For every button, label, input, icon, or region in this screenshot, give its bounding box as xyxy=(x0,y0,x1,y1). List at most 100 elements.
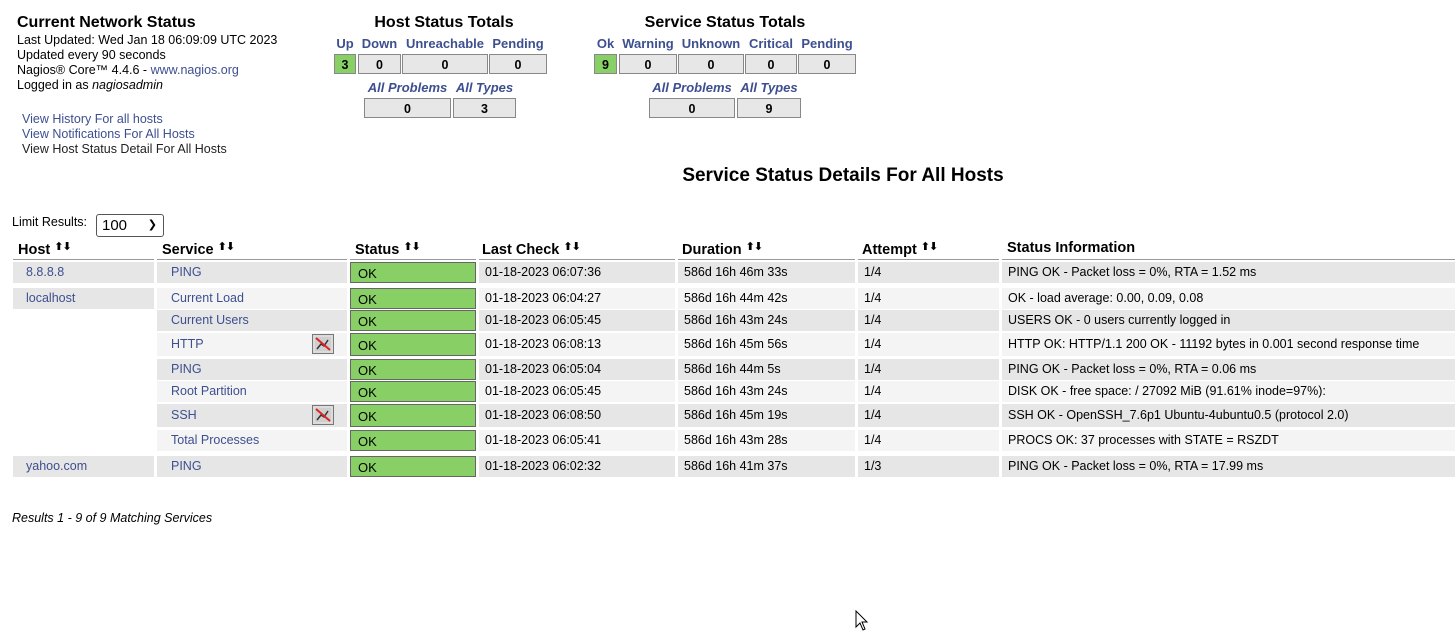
svc-ok-count[interactable]: 9 xyxy=(594,54,617,74)
nagios-link[interactable]: www.nagios.org xyxy=(151,63,239,77)
logged-in-line: Logged in as nagiosadmin xyxy=(17,78,277,93)
view-notifications-link[interactable]: View Notifications For All Hosts xyxy=(22,127,195,141)
svc-critical-header[interactable]: Critical xyxy=(745,36,797,51)
notifications-disabled-icon[interactable] xyxy=(312,334,334,354)
cell-host xyxy=(13,333,154,356)
col-duration[interactable]: Duration ⬆⬇ xyxy=(682,240,763,260)
service-link[interactable]: Current Users xyxy=(157,310,347,331)
cell-info: PING OK - Packet loss = 0%, RTA = 0.06 m… xyxy=(1002,359,1455,380)
view-history-link[interactable]: View History For all hosts xyxy=(22,112,163,126)
svc-all-types-header[interactable]: All Types xyxy=(737,80,801,95)
svc-critical-count[interactable]: 0 xyxy=(745,54,797,74)
cell-last-check: 01-18-2023 06:08:13 xyxy=(479,333,675,356)
col-status-info-label: Status Information xyxy=(1007,240,1136,256)
host-link[interactable]: yahoo.com xyxy=(13,456,154,477)
cell-attempt: 1/4 xyxy=(858,333,999,356)
cell-duration: 586d 16h 43m 28s xyxy=(678,430,855,451)
host-up-header[interactable]: Up xyxy=(334,36,356,51)
svc-warning-count[interactable]: 0 xyxy=(619,54,677,74)
header-underline xyxy=(13,259,154,260)
svc-pending-count[interactable]: 0 xyxy=(798,54,856,74)
results-count: Results 1 - 9 of 9 Matching Services xyxy=(12,511,213,525)
host-down-header[interactable]: Down xyxy=(358,36,401,51)
cell-last-check: 01-18-2023 06:05:45 xyxy=(479,310,675,331)
cell-last-check: 01-18-2023 06:02:32 xyxy=(479,456,675,477)
cell-info: PROCS OK: 37 processes with STATE = RSZD… xyxy=(1002,430,1455,451)
network-status-info: Current Network Status Last Updated: Wed… xyxy=(17,14,277,93)
svc-unknown-header[interactable]: Unknown xyxy=(678,36,744,51)
cell-attempt: 1/4 xyxy=(858,262,999,283)
host-link[interactable]: localhost xyxy=(13,288,154,309)
cell-last-check: 01-18-2023 06:05:04 xyxy=(479,359,675,380)
cell-duration: 586d 16h 43m 24s xyxy=(678,381,855,402)
sort-arrows-icon[interactable]: ⬆⬇ xyxy=(563,241,580,253)
cell-attempt: 1/4 xyxy=(858,310,999,331)
sort-arrows-icon[interactable]: ⬆⬇ xyxy=(218,241,235,253)
cell-last-check: 01-18-2023 06:04:27 xyxy=(479,288,675,309)
cell-attempt: 1/4 xyxy=(858,430,999,451)
service-link[interactable]: PING xyxy=(157,359,347,380)
host-all-types-header[interactable]: All Types xyxy=(453,80,516,95)
host-up-count[interactable]: 3 xyxy=(334,54,356,74)
col-status-info: Status Information xyxy=(1007,240,1135,260)
svc-all-problems-header[interactable]: All Problems xyxy=(649,80,735,95)
cell-attempt: 1/4 xyxy=(858,381,999,402)
svc-ok-header[interactable]: Ok xyxy=(594,36,617,51)
header-underline xyxy=(350,259,476,260)
host-link[interactable]: 8.8.8.8 xyxy=(13,262,154,283)
svc-all-problems-count[interactable]: 0 xyxy=(649,98,735,118)
status-badge: OK xyxy=(350,381,476,402)
sort-arrows-icon[interactable]: ⬆⬇ xyxy=(403,241,420,253)
host-all-types-count[interactable]: 3 xyxy=(453,98,516,118)
service-link[interactable]: PING xyxy=(157,262,347,283)
col-attempt[interactable]: Attempt ⬆⬇ xyxy=(862,240,938,260)
header-underline xyxy=(479,259,675,260)
service-link[interactable]: Total Processes xyxy=(157,430,347,451)
sort-arrows-icon[interactable]: ⬆⬇ xyxy=(54,241,71,253)
cell-host xyxy=(13,430,154,451)
svc-unknown-count[interactable]: 0 xyxy=(678,54,744,74)
limit-results-select[interactable]: 100 ❯ xyxy=(96,214,164,237)
cell-info: OK - load average: 0.00, 0.09, 0.08 xyxy=(1002,288,1455,309)
service-link[interactable]: PING xyxy=(157,456,347,477)
cell-duration: 586d 16h 41m 37s xyxy=(678,456,855,477)
version-line: Nagios® Core™ 4.4.6 - www.nagios.org xyxy=(17,63,277,78)
status-badge: OK xyxy=(350,262,476,283)
host-down-count[interactable]: 0 xyxy=(358,54,401,74)
limit-results-value: 100 xyxy=(102,217,128,234)
view-host-status-link[interactable]: View Host Status Detail For All Hosts xyxy=(22,142,227,156)
col-service[interactable]: Service ⬆⬇ xyxy=(162,240,235,260)
host-pending-count[interactable]: 0 xyxy=(489,54,547,74)
host-all-problems-count[interactable]: 0 xyxy=(364,98,451,118)
cell-host xyxy=(13,381,154,402)
svc-warning-header[interactable]: Warning xyxy=(619,36,677,51)
host-pending-header[interactable]: Pending xyxy=(489,36,547,51)
col-status[interactable]: Status ⬆⬇ xyxy=(355,240,421,260)
sort-arrows-icon[interactable]: ⬆⬇ xyxy=(921,241,938,253)
svc-pending-header[interactable]: Pending xyxy=(798,36,856,51)
col-last-check-label: Last Check xyxy=(482,242,560,258)
col-last-check[interactable]: Last Check ⬆⬇ xyxy=(482,240,581,260)
cell-info: HTTP OK: HTTP/1.1 200 OK - 11192 bytes i… xyxy=(1002,333,1455,356)
col-status-label: Status xyxy=(355,242,400,258)
col-host[interactable]: Host ⬆⬇ xyxy=(18,240,72,260)
service-link[interactable]: Root Partition xyxy=(157,381,347,402)
header-underline xyxy=(157,259,347,260)
cell-info: PING OK - Packet loss = 0%, RTA = 1.52 m… xyxy=(1002,262,1455,283)
cell-info: USERS OK - 0 users currently logged in xyxy=(1002,310,1455,331)
status-badge: OK xyxy=(350,310,476,331)
host-unreachable-header[interactable]: Unreachable xyxy=(402,36,488,51)
sort-arrows-icon[interactable]: ⬆⬇ xyxy=(746,241,763,253)
service-link[interactable]: Current Load xyxy=(157,288,347,309)
host-all-problems-header[interactable]: All Problems xyxy=(364,80,451,95)
cell-attempt: 1/4 xyxy=(858,404,999,427)
notifications-disabled-icon[interactable] xyxy=(312,405,334,425)
cell-duration: 586d 16h 45m 19s xyxy=(678,404,855,427)
chevron-down-icon: ❯ xyxy=(147,219,157,231)
mouse-cursor-icon xyxy=(855,609,869,635)
status-badge: OK xyxy=(350,456,476,477)
svc-all-types-count[interactable]: 9 xyxy=(737,98,801,118)
host-unreachable-count[interactable]: 0 xyxy=(402,54,488,74)
last-updated: Last Updated: Wed Jan 18 06:09:09 UTC 20… xyxy=(17,33,278,47)
header-underline xyxy=(1002,259,1455,260)
